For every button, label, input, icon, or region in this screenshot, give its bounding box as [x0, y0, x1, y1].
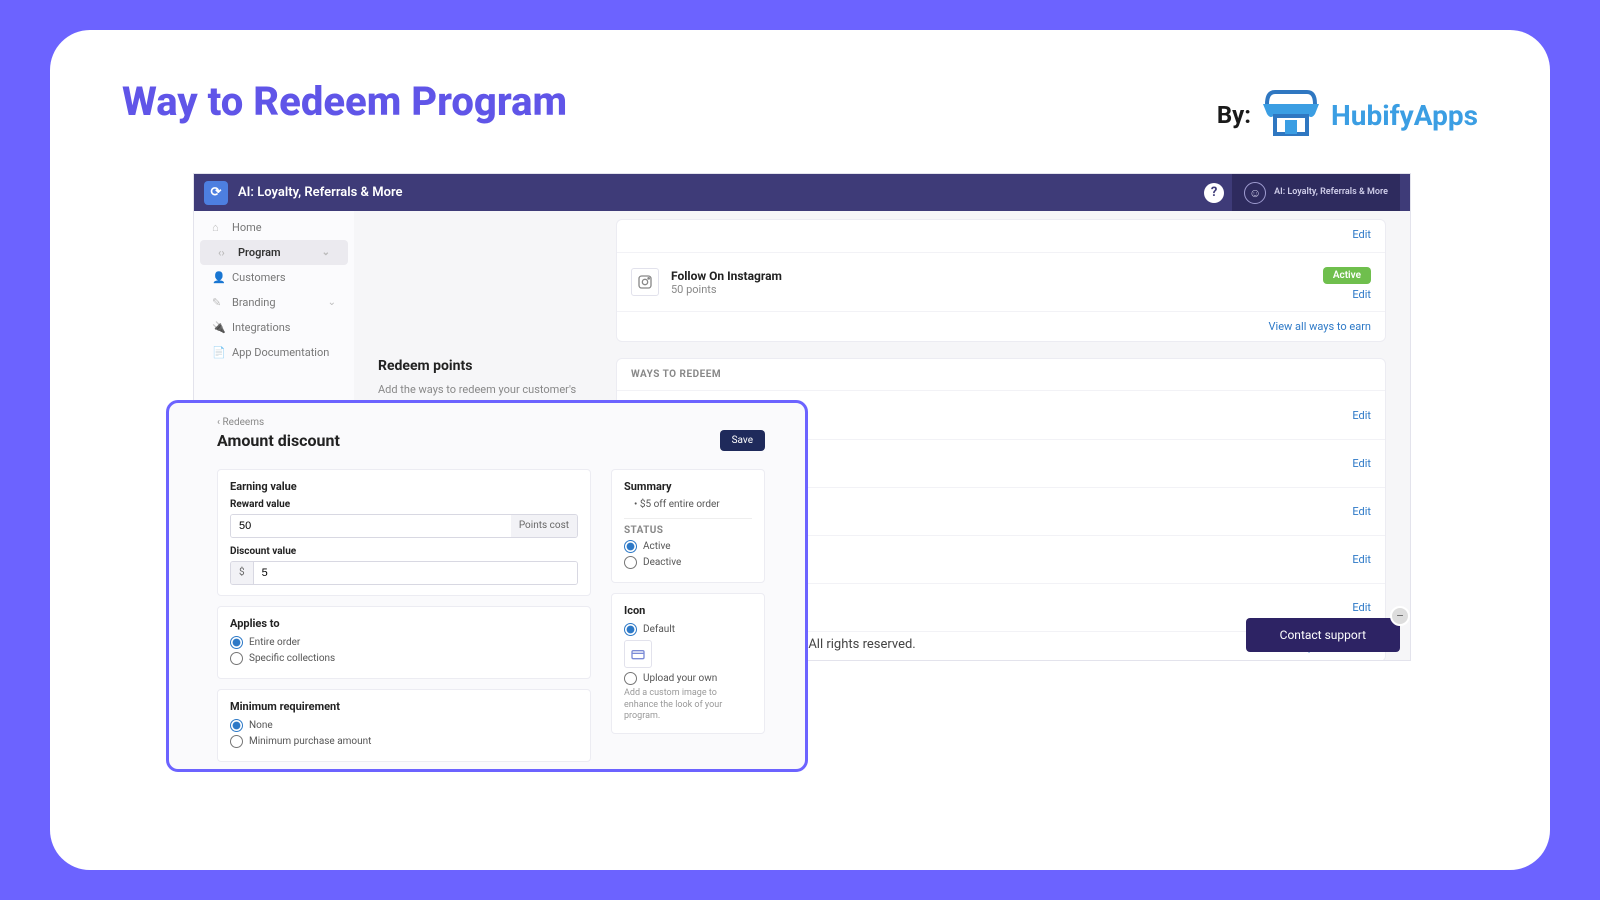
by-label: By:	[1217, 101, 1251, 129]
doc-icon: 📄	[212, 346, 224, 359]
sidebar-item-program[interactable]: ‹›Program⌄	[200, 240, 348, 265]
specific-collections-radio[interactable]: Specific collections	[230, 652, 578, 665]
minimize-icon[interactable]: –	[1390, 606, 1410, 626]
discount-value-input[interactable]	[254, 562, 577, 584]
contact-support-button[interactable]: Contact support –	[1246, 618, 1400, 652]
brand-logo: HubifyApps	[1261, 90, 1478, 140]
section-heading: Redeem points	[378, 358, 592, 374]
status-active-radio[interactable]: Active	[624, 540, 752, 553]
icon-default-radio[interactable]: Default	[624, 623, 752, 636]
applies-to-card: Applies to Entire order Specific collect…	[217, 606, 591, 679]
instagram-icon	[631, 268, 659, 296]
user-avatar-icon: ☺	[1244, 182, 1266, 204]
icon-card: Icon Default Upload your own Add a custo…	[611, 593, 765, 734]
min-requirement-card: Minimum requirement None Minimum purchas…	[217, 689, 591, 762]
home-icon: ⌂	[212, 221, 224, 234]
app-icon: ⟳	[204, 181, 228, 205]
edit-link[interactable]: Edit	[1352, 457, 1371, 470]
earn-title: Follow On Instagram	[671, 269, 782, 283]
sidebar-item-home[interactable]: ⌂Home	[194, 215, 354, 240]
earn-sub: 50 points	[671, 283, 782, 296]
status-badge: Active	[1323, 267, 1371, 284]
sidebar-item-branding[interactable]: ✎Branding⌄	[194, 290, 354, 315]
edit-link[interactable]: Edit	[1352, 505, 1371, 518]
byline: By: HubifyApps	[1217, 90, 1478, 140]
summary-bullet: $5 off entire order	[624, 499, 752, 510]
chevron-down-icon: ⌄	[322, 247, 330, 258]
view-all-earn-link[interactable]: View all ways to earn	[617, 312, 1385, 341]
icon-hint: Add a custom image to enhance the look o…	[624, 688, 752, 723]
earning-value-card: Earning value Reward value Points cost D…	[217, 469, 591, 596]
reward-value-input[interactable]	[231, 515, 511, 537]
status-deactive-radio[interactable]: Deactive	[624, 556, 752, 569]
redeem-card-head: WAYS TO REDEEM	[617, 359, 1385, 391]
brand-name: HubifyApps	[1331, 99, 1478, 132]
edit-link[interactable]: Edit	[1352, 601, 1371, 614]
code-icon: ‹›	[218, 246, 230, 259]
edit-link[interactable]: Edit	[1352, 553, 1371, 566]
app-title: AI: Loyalty, Referrals & More	[238, 185, 403, 200]
edit-link[interactable]: Edit	[1352, 228, 1371, 241]
min-purchase-radio[interactable]: Minimum purchase amount	[230, 735, 578, 748]
icon-preview	[624, 640, 652, 668]
earn-row-instagram: Follow On Instagram 50 points Active Edi…	[617, 253, 1385, 312]
user-panel[interactable]: ☺ AI: Loyalty, Referrals & More	[1232, 174, 1400, 211]
sidebar-item-integrations[interactable]: 🔌Integrations	[194, 315, 354, 340]
user-icon: 👤	[212, 271, 224, 284]
app-bar: ⟳ AI: Loyalty, Referrals & More ? ☺ AI: …	[194, 174, 1410, 211]
earn-card: Edit Follow On Instagram 50 points Activ…	[616, 219, 1386, 342]
modal-title: Amount discount	[217, 431, 340, 450]
summary-card: Summary $5 off entire order STATUS Activ…	[611, 469, 765, 583]
back-link[interactable]: ‹ Redeems	[217, 417, 765, 428]
edit-link[interactable]: Edit	[1323, 288, 1371, 301]
icon-upload-radio[interactable]: Upload your own	[624, 672, 752, 685]
chevron-down-icon: ⌄	[328, 297, 336, 308]
points-cost-suffix: Points cost	[511, 515, 577, 537]
none-radio[interactable]: None	[230, 719, 578, 732]
user-label: AI: Loyalty, Referrals & More	[1274, 187, 1388, 198]
sidebar-item-customers[interactable]: 👤Customers	[194, 265, 354, 290]
brush-icon: ✎	[212, 296, 224, 309]
store-awning-icon	[1261, 90, 1321, 140]
currency-prefix: $	[231, 562, 254, 584]
entire-order-radio[interactable]: Entire order	[230, 636, 578, 649]
save-button[interactable]: Save	[720, 430, 765, 451]
amount-discount-modal: ‹ Redeems Amount discount Save Earning v…	[166, 400, 808, 772]
help-icon[interactable]: ?	[1204, 183, 1224, 203]
edit-link[interactable]: Edit	[1352, 409, 1371, 422]
sidebar-item-docs[interactable]: 📄App Documentation	[194, 340, 354, 365]
plug-icon: 🔌	[212, 321, 224, 334]
